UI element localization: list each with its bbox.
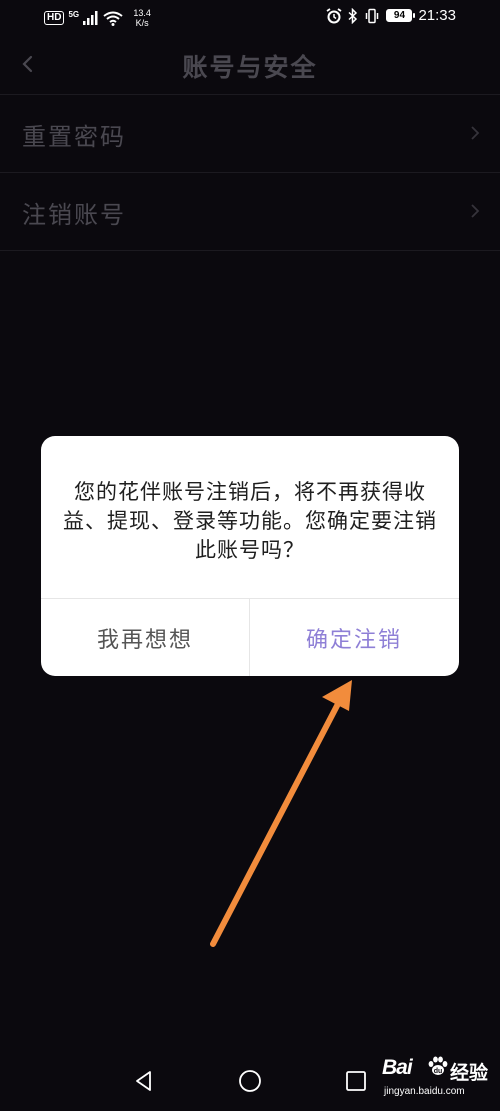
menu-item-label: 注销账号	[22, 201, 126, 229]
app-header: 账号与安全	[0, 36, 500, 94]
watermark-suffix: 经验	[450, 1062, 489, 1084]
chevron-right-icon	[471, 126, 480, 140]
confirm-deactivate-button[interactable]: 确定注销	[250, 599, 458, 676]
list-divider	[0, 250, 500, 251]
status-bar: HD 5G 13.4 K/s 94 21:33	[0, 0, 500, 36]
menu-item-deactivate-account[interactable]: 注销账号	[0, 173, 500, 251]
screen: HD 5G 13.4 K/s 94 21:33 账号与安全 重置密码 注销账号 …	[0, 0, 500, 1111]
nav-home-icon[interactable]	[237, 1068, 263, 1094]
menu-item-reset-password[interactable]: 重置密码	[0, 95, 500, 173]
hd-badge: HD	[44, 11, 65, 25]
watermark-url: jingyan.baidu.com	[384, 1086, 465, 1097]
network-speed: 13.4 K/s	[131, 8, 153, 28]
alarm-icon	[326, 7, 342, 23]
paw-logo-icon: du	[428, 1056, 448, 1075]
wifi-icon	[103, 11, 123, 26]
dialog-message: 您的花伴账号注销后，将不再获得收益、提现、登录等功能。您确定要注销此账号吗？	[63, 480, 437, 562]
cancel-button[interactable]: 我再想想	[41, 599, 249, 676]
watermark-brand: Bai	[382, 1056, 413, 1079]
clock: 21:33	[418, 7, 456, 24]
status-right: 94 21:33	[326, 7, 456, 24]
bluetooth-icon	[348, 7, 358, 24]
confirm-dialog: 您的花伴账号注销后，将不再获得收益、提现、登录等功能。您确定要注销此账号吗？ 我…	[41, 436, 459, 676]
nav-back-icon[interactable]	[131, 1068, 157, 1094]
network-speed-value: 13.4	[133, 8, 151, 18]
chevron-right-icon	[471, 204, 480, 218]
battery-indicator: 94	[386, 9, 416, 22]
network-type: 5G	[68, 9, 80, 19]
baidu-jingyan-watermark: Bai du 经验 jingyan.baidu.com	[382, 1052, 500, 1102]
signal-icon	[83, 11, 98, 25]
page-title: 账号与安全	[182, 53, 318, 82]
vibrate-icon	[366, 8, 379, 23]
network-speed-unit: K/s	[135, 18, 149, 28]
status-left: HD 5G 13.4 K/s	[44, 8, 153, 28]
svg-text:du: du	[434, 1068, 443, 1075]
menu-item-label: 重置密码	[22, 123, 126, 151]
nav-recents-icon[interactable]	[343, 1068, 369, 1094]
